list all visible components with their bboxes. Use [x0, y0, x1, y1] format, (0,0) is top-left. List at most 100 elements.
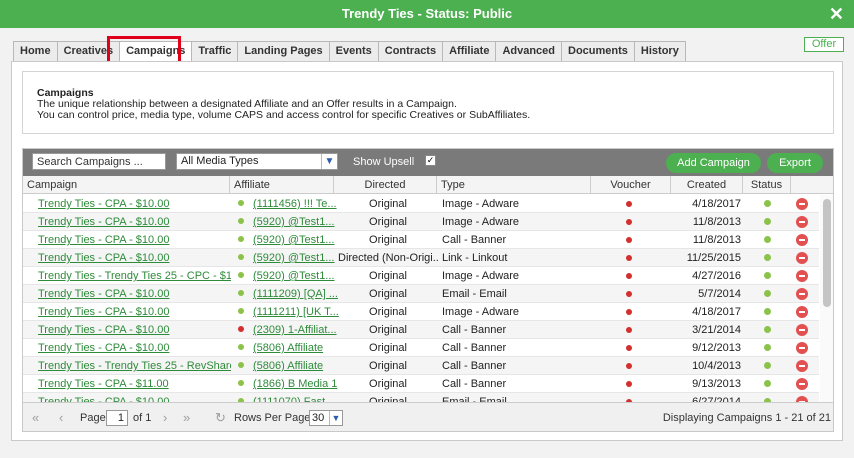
last-page-icon[interactable]: »	[183, 403, 190, 431]
tab-home[interactable]: Home	[13, 41, 57, 62]
delete-icon[interactable]	[796, 270, 808, 282]
vertical-scrollbar[interactable]	[820, 195, 833, 402]
rows-per-page-select[interactable]: 30 ▼	[309, 410, 343, 426]
campaign-link[interactable]: Trendy Ties - CPA - $10.00	[38, 231, 231, 249]
affiliate-link[interactable]: (5806) Affiliate	[253, 357, 350, 375]
directed-cell: Original	[369, 306, 407, 318]
table-row[interactable]: Trendy Ties - CPA - $10.00 (5920) @Test1.…	[23, 249, 819, 267]
column-header-directed[interactable]: Directed	[334, 176, 437, 194]
directed-cell: Original	[369, 216, 407, 228]
campaign-link[interactable]: Trendy Ties - Trendy Ties 25 - CPC - $1.…	[38, 267, 231, 285]
campaign-link[interactable]: Trendy Ties - Trendy Ties 25 - RevShare …	[38, 357, 231, 375]
campaign-link[interactable]: Trendy Ties - CPA - $10.00	[38, 393, 231, 402]
table-row[interactable]: Trendy Ties - CPA - $10.00 (5806) Affilia…	[23, 339, 819, 357]
table-row[interactable]: Trendy Ties - CPA - $10.00 (1111211) [UK …	[23, 303, 819, 321]
created-cell: 10/4/2013	[692, 360, 741, 372]
show-upsell-checkbox[interactable]: ✓	[425, 155, 436, 166]
affiliate-link[interactable]: (1111070) Fast...	[253, 393, 350, 402]
delete-icon[interactable]	[796, 252, 808, 264]
table-row[interactable]: Trendy Ties - CPA - $10.00 (1111456) !!! …	[23, 195, 819, 213]
pager-summary: Displaying Campaigns 1 - 21 of 21	[662, 412, 831, 424]
affiliate-link[interactable]: (1111211) [UK T...	[253, 303, 350, 321]
add-campaign-button[interactable]: Add Campaign	[666, 153, 761, 173]
table-row[interactable]: Trendy Ties - CPA - $10.00 (5920) @Test1.…	[23, 213, 819, 231]
close-icon[interactable]: ✕	[829, 0, 844, 28]
affiliate-status-dot	[238, 218, 244, 224]
search-input[interactable]	[32, 153, 166, 170]
tab-traffic[interactable]: Traffic	[191, 41, 238, 62]
type-cell: Image - Adware	[442, 270, 520, 282]
directed-cell: Original	[369, 324, 407, 336]
campaign-link[interactable]: Trendy Ties - CPA - $10.00	[38, 303, 231, 321]
tab-advanced[interactable]: Advanced	[495, 41, 562, 62]
chevron-down-icon[interactable]: ▼	[321, 154, 337, 169]
table-row[interactable]: Trendy Ties - CPA - $10.00 (1111070) Fast…	[23, 393, 819, 402]
affiliate-link[interactable]: (5920) @Test1...	[253, 213, 350, 231]
tab-affiliate[interactable]: Affiliate	[442, 41, 496, 62]
delete-icon[interactable]	[796, 324, 808, 336]
campaign-link[interactable]: Trendy Ties - CPA - $10.00	[38, 339, 231, 357]
media-type-select[interactable]: All Media Types ▼	[176, 153, 338, 170]
tab-landing-pages[interactable]: Landing Pages	[237, 41, 329, 62]
campaign-link[interactable]: Trendy Ties - CPA - $10.00	[38, 195, 231, 213]
delete-icon[interactable]	[796, 288, 808, 300]
column-header-status[interactable]: Status	[743, 176, 791, 194]
affiliate-link[interactable]: (5920) @Test1...	[253, 249, 350, 267]
affiliate-link[interactable]: (5920) @Test1...	[253, 231, 350, 249]
table-row[interactable]: Trendy Ties - CPA - $10.00 (5920) @Test1.…	[23, 231, 819, 249]
tab-contracts[interactable]: Contracts	[377, 41, 443, 62]
chevron-down-icon[interactable]: ▼	[329, 411, 342, 425]
tab-documents[interactable]: Documents	[561, 41, 634, 62]
campaign-link[interactable]: Trendy Ties - CPA - $10.00	[38, 249, 231, 267]
type-cell: Call - Banner	[442, 324, 507, 336]
scrollbar-thumb[interactable]	[823, 199, 831, 307]
type-cell: Call - Banner	[442, 234, 507, 246]
column-header-type[interactable]: Type	[437, 176, 591, 194]
type-cell: Link - Linkout	[442, 252, 508, 264]
affiliate-link[interactable]: (1866) B Media 1	[253, 375, 350, 393]
next-page-icon[interactable]: ›	[163, 403, 167, 431]
column-header-affiliate[interactable]: Affiliate	[230, 176, 334, 194]
table-row[interactable]: Trendy Ties - CPA - $10.00 (1111209) [QA]…	[23, 285, 819, 303]
affiliate-link[interactable]: (1111209) [QA] ...	[253, 285, 350, 303]
first-page-icon[interactable]: «	[32, 403, 39, 431]
refresh-icon[interactable]: ↻	[215, 403, 226, 431]
campaign-link[interactable]: Trendy Ties - CPA - $10.00	[38, 213, 231, 231]
type-cell: Call - Banner	[442, 360, 507, 372]
previous-page-icon[interactable]: ‹	[59, 403, 63, 431]
tab-campaigns[interactable]: Campaigns	[119, 41, 192, 62]
affiliate-link[interactable]: (2309) 1-Affiliat...	[253, 321, 350, 339]
status-dot	[764, 380, 771, 387]
column-header-created[interactable]: Created	[671, 176, 743, 194]
voucher-dot	[626, 237, 632, 243]
delete-icon[interactable]	[796, 378, 808, 390]
tab-creatives[interactable]: Creatives	[56, 41, 120, 62]
table-row[interactable]: Trendy Ties - Trendy Ties 25 - RevShare …	[23, 357, 819, 375]
campaign-link[interactable]: Trendy Ties - CPA - $10.00	[38, 321, 231, 339]
status-dot	[764, 236, 771, 243]
voucher-dot	[626, 201, 632, 207]
column-header-campaign[interactable]: Campaign	[23, 176, 230, 194]
tab-events[interactable]: Events	[328, 41, 378, 62]
affiliate-link[interactable]: (5920) @Test1...	[253, 267, 350, 285]
tab-history[interactable]: History	[633, 41, 686, 62]
delete-icon[interactable]	[796, 306, 808, 318]
media-type-value: All Media Types	[181, 155, 259, 167]
affiliate-status-dot	[238, 200, 244, 206]
campaign-link[interactable]: Trendy Ties - CPA - $11.00	[38, 375, 231, 393]
campaign-link[interactable]: Trendy Ties - CPA - $10.00	[38, 285, 231, 303]
show-upsell-label: Show Upsell	[353, 156, 415, 168]
delete-icon[interactable]	[796, 342, 808, 354]
table-row[interactable]: Trendy Ties - CPA - $11.00 (1866) B Media…	[23, 375, 819, 393]
delete-icon[interactable]	[796, 360, 808, 372]
delete-icon[interactable]	[796, 234, 808, 246]
export-button[interactable]: Export	[767, 153, 823, 173]
table-row[interactable]: Trendy Ties - CPA - $10.00 (2309) 1-Affil…	[23, 321, 819, 339]
table-row[interactable]: Trendy Ties - Trendy Ties 25 - CPC - $1.…	[23, 267, 819, 285]
affiliate-link[interactable]: (5806) Affiliate	[253, 339, 350, 357]
delete-icon[interactable]	[796, 216, 808, 228]
column-header-voucher[interactable]: Voucher	[591, 176, 671, 194]
delete-icon[interactable]	[796, 198, 808, 210]
page-number-input[interactable]: 1	[106, 410, 128, 426]
affiliate-link[interactable]: (1111456) !!! Te...	[253, 195, 350, 213]
